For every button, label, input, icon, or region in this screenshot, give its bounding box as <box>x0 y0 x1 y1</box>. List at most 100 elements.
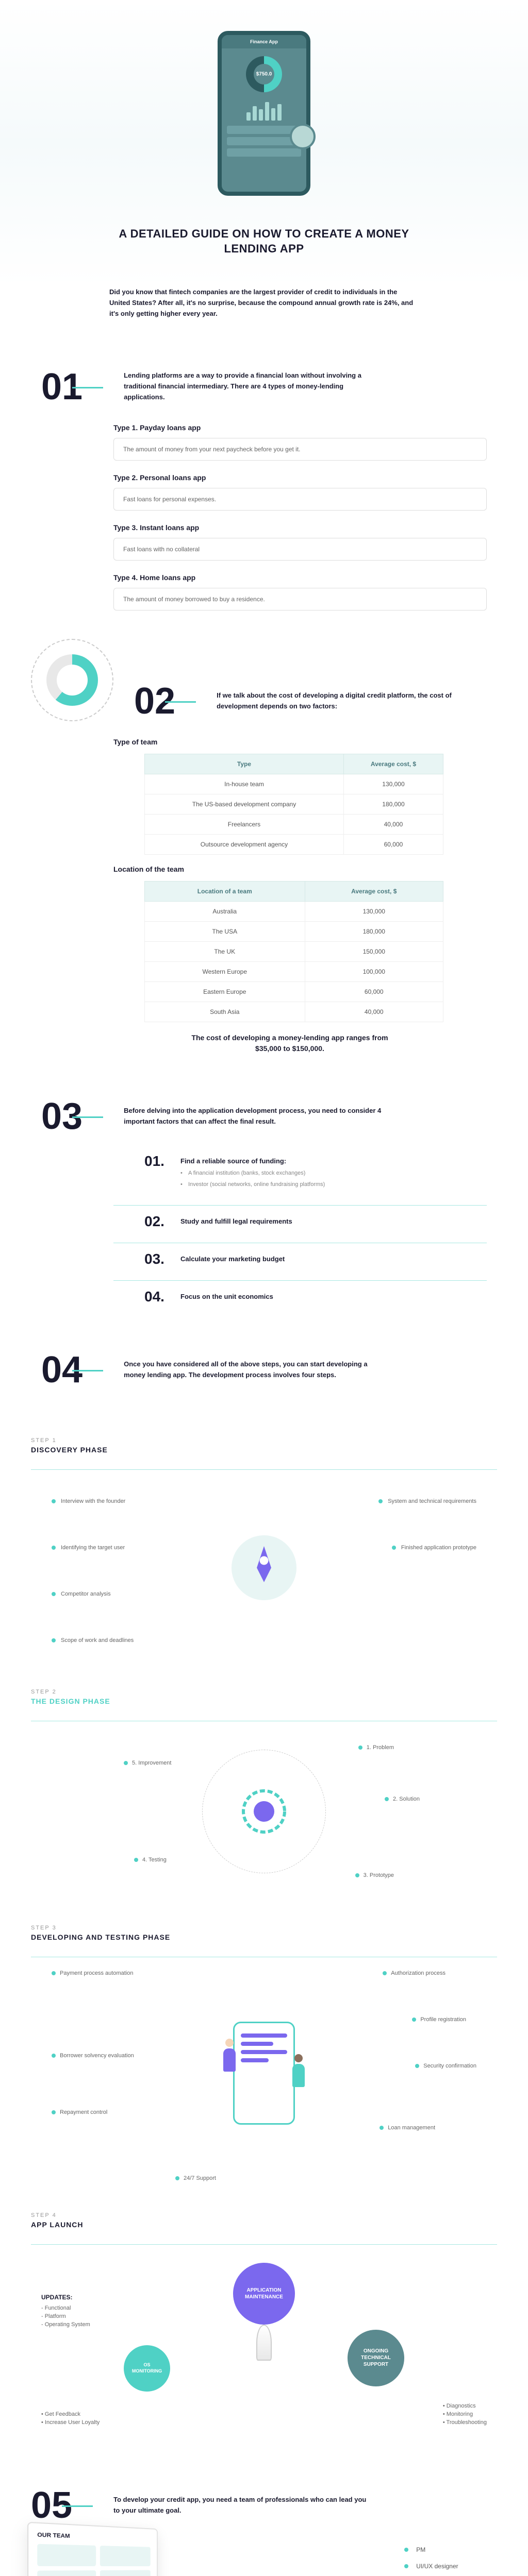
bullet-icon <box>52 2110 56 2114</box>
table-row: The US-based development company180,000 <box>145 794 443 814</box>
type-title: Type 3. Instant loans app <box>113 523 487 532</box>
type-title: Type 2. Personal loans app <box>113 473 487 482</box>
design-orbit <box>202 1750 326 1873</box>
update-item: - Operating System <box>41 2321 90 2328</box>
team-illustration: OUR TEAM <box>31 2526 196 2576</box>
table-row: South Asia40,000 <box>145 1002 443 1022</box>
table-cell: The UK <box>145 941 305 961</box>
rocket-icon <box>228 1532 300 1604</box>
maintenance-bubble: APPLICATION MAINTENANCE <box>233 2263 295 2325</box>
section-05: 05 To develop your credit app, you need … <box>0 2464 528 2576</box>
table-cell: Outsource development agency <box>145 834 344 854</box>
updates-box: UPDATES: - Functional- Platform- Operati… <box>41 2294 90 2330</box>
item-label: 3. Prototype <box>364 1872 394 1878</box>
section-04-intro: Once you have considered all of the abov… <box>124 1359 382 1381</box>
table-cell: 180,000 <box>305 921 443 941</box>
cost-diagram-icon <box>31 639 113 721</box>
updates-title: UPDATES: <box>41 2294 90 2301</box>
table-row: Outsource development agency60,000 <box>145 834 443 854</box>
role-label: PM <box>416 2546 425 2553</box>
table-header: Average cost, $ <box>305 881 443 901</box>
table-cell: 130,000 <box>343 774 443 794</box>
bullet-icon <box>392 1546 396 1550</box>
hero-illustration: Finance App $750.0 <box>161 31 367 211</box>
bullet-icon <box>412 2018 416 2022</box>
design-step: 2. Solution <box>385 1796 420 1802</box>
table-cell: Eastern Europe <box>145 981 305 1002</box>
section-05-intro: To develop your credit app, you need a t… <box>113 2495 371 2516</box>
launch-rocket-icon <box>249 2325 279 2376</box>
section-01-intro: Lending platforms are a way to provide a… <box>124 370 382 402</box>
dashboard-title: OUR TEAM <box>37 2532 150 2542</box>
item-label: Borrower solvency evaluation <box>60 2053 134 2059</box>
table-header: Location of a team <box>145 881 305 901</box>
monitoring-bubble: OS MONITORING <box>124 2345 170 2392</box>
factor-text: Focus on the unit economics <box>180 1289 273 1300</box>
bullet-icon <box>52 1499 56 1503</box>
dev-feature: Authorization process <box>383 1970 446 1976</box>
factor-sub-item: A financial institution (banks, stock ex… <box>180 1169 325 1178</box>
factor-number: 03. <box>144 1251 170 1267</box>
design-step: 5. Improvement <box>124 1760 171 1766</box>
step-4-title: APP LAUNCH <box>31 2221 497 2229</box>
diagnostic-item: • Diagnostics <box>443 2403 487 2409</box>
bullet-icon <box>378 1499 383 1503</box>
team-cost-table: TypeAverage cost, $ In-house team130,000… <box>144 754 443 855</box>
dev-feature: Security confirmation <box>415 2063 476 2069</box>
step-1-label: STEP 1 <box>31 1437 497 1444</box>
bullet-icon <box>52 1638 56 1642</box>
section-number-04: 04 <box>41 1349 82 1391</box>
phone-mockup: Finance App $750.0 <box>218 31 310 196</box>
item-label: Loan management <box>388 2125 435 2131</box>
dev-feature: Payment process automation <box>52 1970 133 1976</box>
chart-donut-icon: $750.0 <box>246 56 282 92</box>
table-cell: 130,000 <box>305 901 443 921</box>
team-table-title: Type of team <box>41 738 487 746</box>
section-02: 02 If we talk about the cost of developi… <box>0 639 528 1080</box>
step-1-title: DISCOVERY PHASE <box>31 1446 497 1454</box>
table-row: Australia130,000 <box>145 901 443 921</box>
section-03-intro: Before delving into the application deve… <box>124 1106 382 1127</box>
dev-feature: Borrower solvency evaluation <box>52 2053 134 2059</box>
step-1-section: STEP 1 DISCOVERY PHASE Interview with th… <box>0 1422 528 1673</box>
table-cell: 100,000 <box>305 961 443 981</box>
section-number-02: 02 <box>134 680 175 722</box>
table-cell: 40,000 <box>343 814 443 834</box>
discovery-item: Interview with the founder <box>52 1498 125 1504</box>
location-table-title: Location of the team <box>41 865 487 873</box>
factor-text: Calculate your marketing budget <box>180 1251 285 1263</box>
section-number-03: 03 <box>41 1095 82 1138</box>
cost-summary: The cost of developing a money-lending a… <box>135 1032 393 1054</box>
dev-feature: 24/7 Support <box>175 2175 216 2181</box>
update-item: - Functional <box>41 2305 90 2311</box>
item-label: 2. Solution <box>393 1796 420 1802</box>
page-title: A DETAILED GUIDE ON HOW TO CREATE A MONE… <box>109 227 419 256</box>
feedback-box: • Get Feedback• Increase User Loyalty <box>41 2411 100 2428</box>
type-description: Fast loans for personal expenses. <box>113 488 487 511</box>
step-2-title: THE DESIGN PHASE <box>31 1697 497 1705</box>
bullet-icon <box>124 1761 128 1765</box>
type-description: The amount of money from your next paych… <box>113 438 487 461</box>
table-cell: South Asia <box>145 1002 305 1022</box>
bullet-icon <box>385 1797 389 1801</box>
dev-phone-icon <box>233 2022 295 2125</box>
item-label: Repayment control <box>60 2109 107 2115</box>
item-label: Finished application prototype <box>401 1545 476 1551</box>
bullet-icon <box>175 2176 179 2180</box>
factor-2: 02. Study and fulfill legal requirements <box>144 1213 487 1230</box>
design-core-icon <box>238 1786 290 1837</box>
bullet-icon <box>404 2564 408 2568</box>
bullet-icon <box>355 1873 359 1877</box>
item-label: Scope of work and deadlines <box>61 1637 134 1643</box>
bullet-icon <box>52 1592 56 1596</box>
intro-text: Did you know that fintech companies are … <box>89 287 439 319</box>
diagnostics-box: • Diagnostics• Monitoring• Troubleshooti… <box>443 2403 487 2428</box>
table-header: Type <box>145 754 344 774</box>
factor-text: Study and fulfill legal requirements <box>180 1213 292 1225</box>
step-4-section: STEP 4 APP LAUNCH APPLICATION MAINTENANC… <box>0 2197 528 2464</box>
item-label: Competitor analysis <box>61 1591 111 1597</box>
section-number-01: 01 <box>41 366 82 408</box>
item-label: Security confirmation <box>423 2063 476 2069</box>
section-02-intro: If we talk about the cost of developing … <box>217 690 474 712</box>
factor-text: Find a reliable source of funding: <box>180 1153 325 1165</box>
